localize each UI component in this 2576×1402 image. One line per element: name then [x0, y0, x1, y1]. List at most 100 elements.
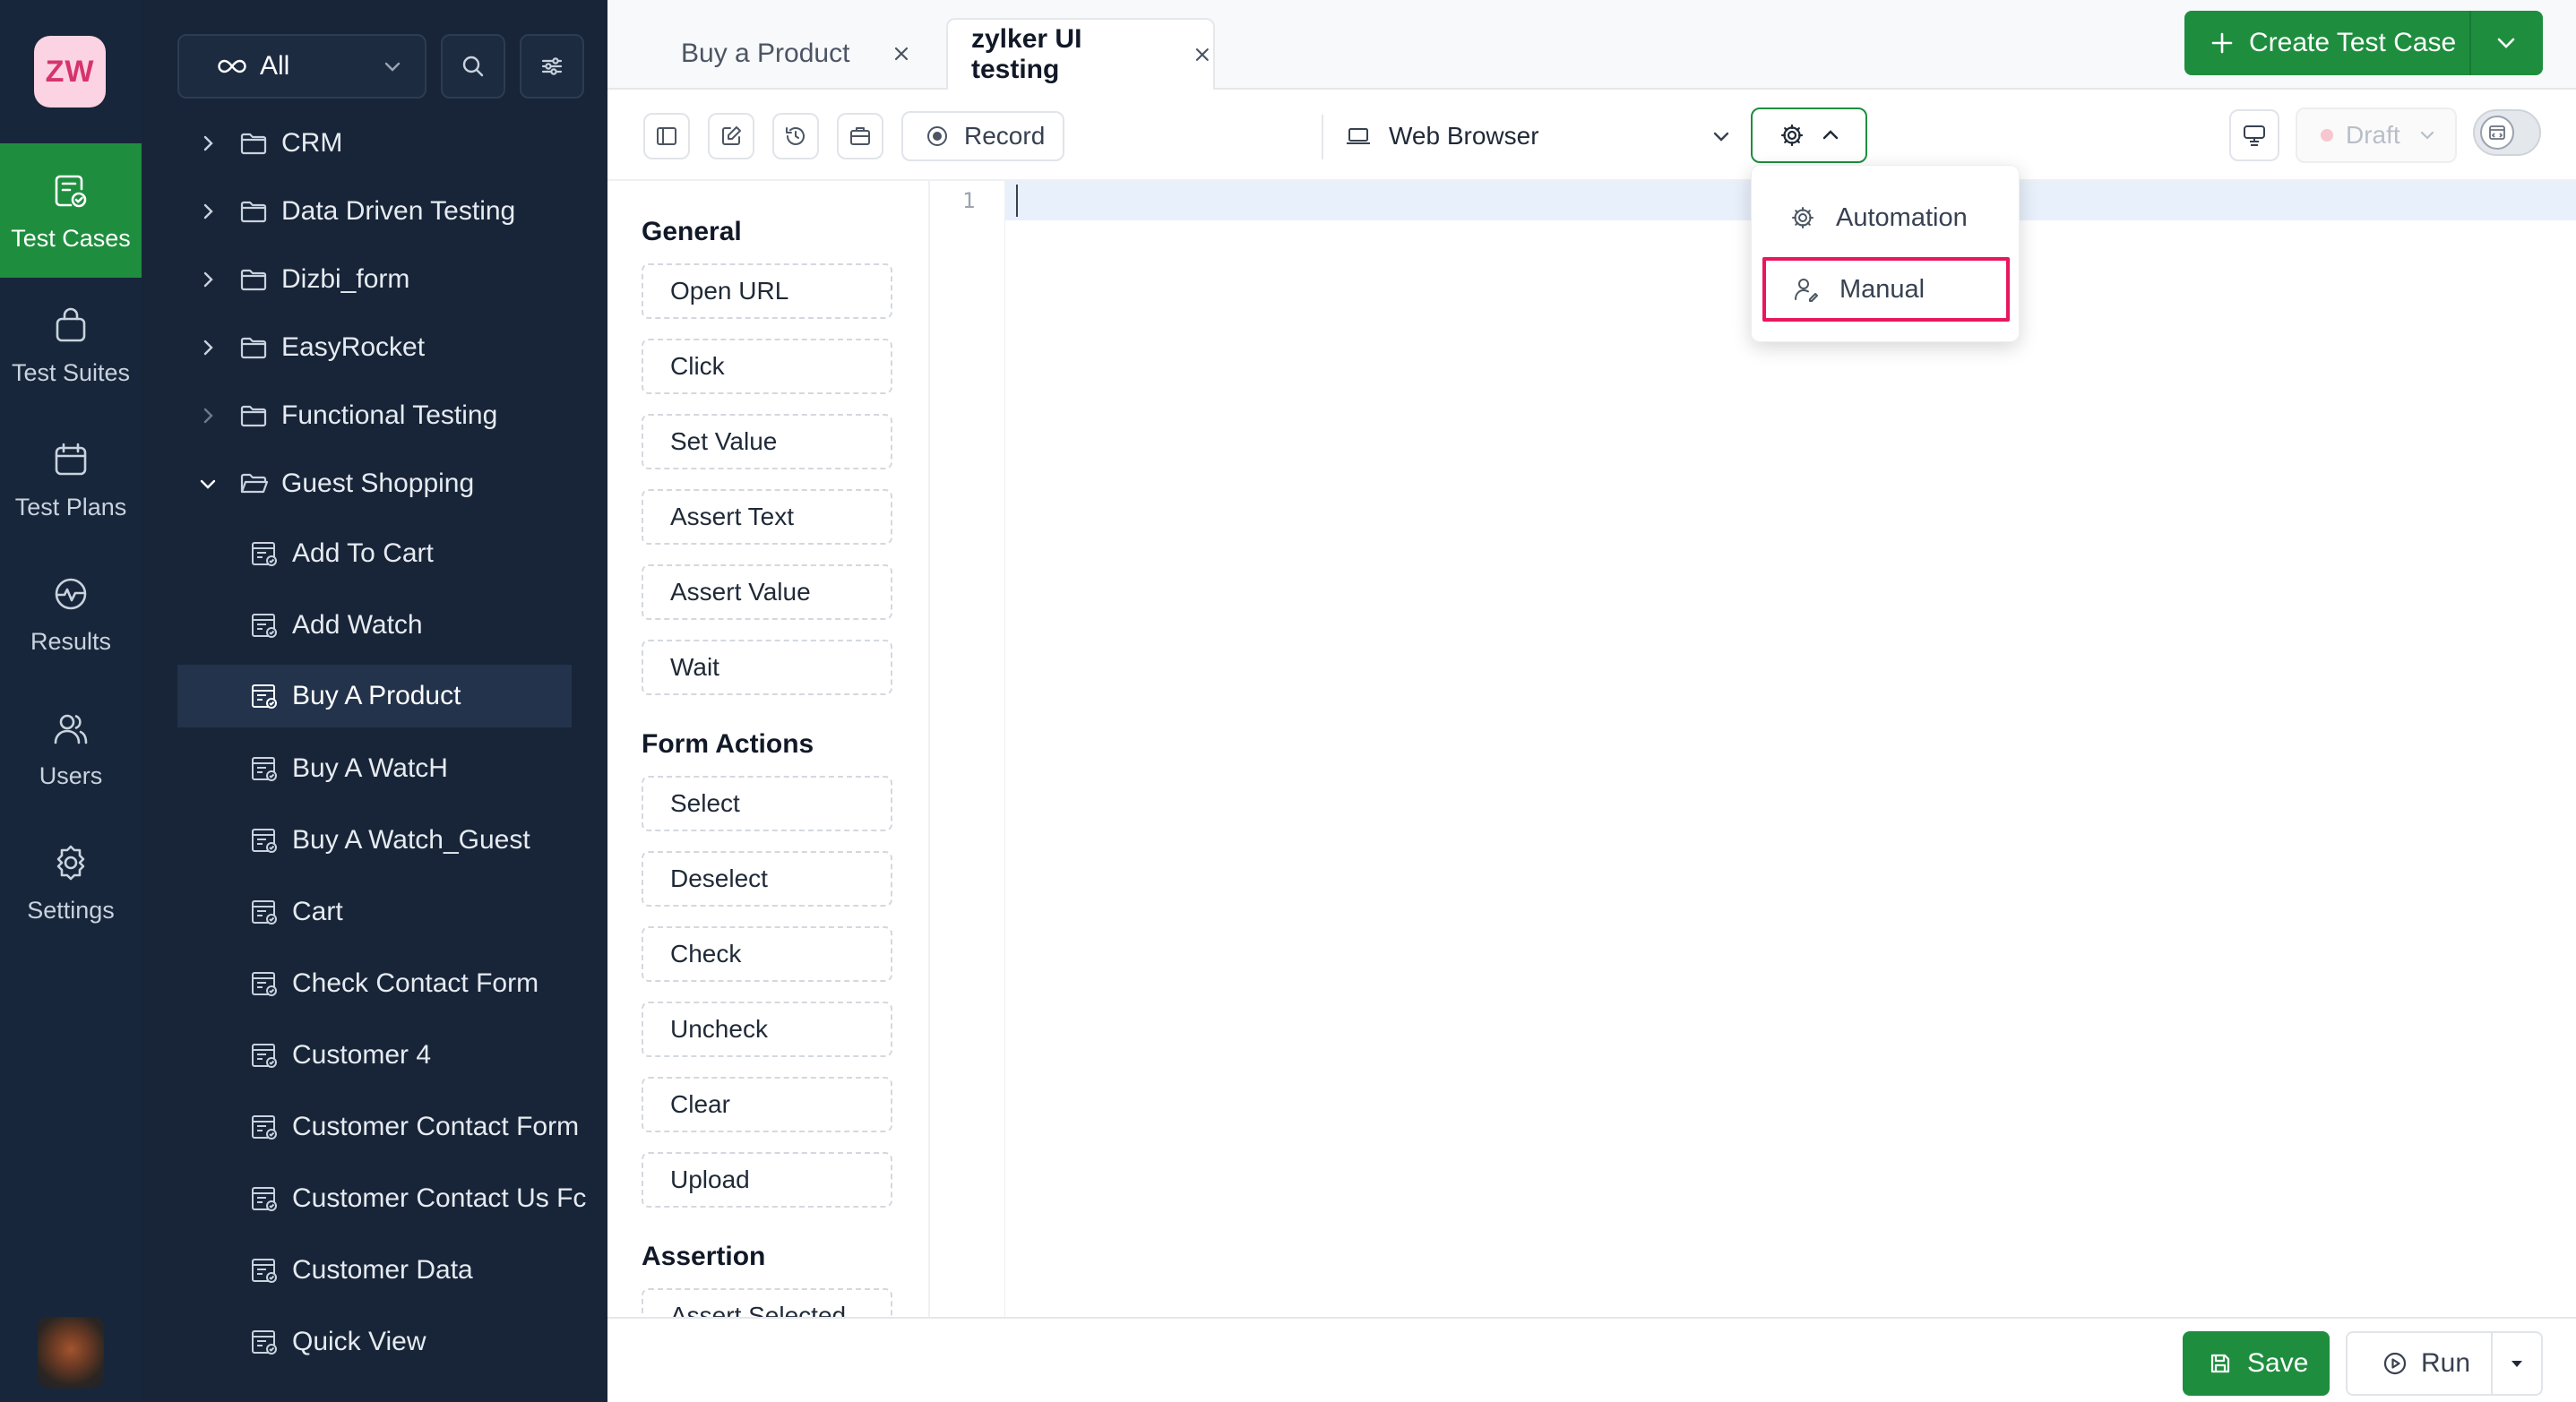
palette-item[interactable]: Check	[642, 926, 892, 982]
tree-filter-settings-button[interactable]	[520, 34, 584, 99]
tree-test-case[interactable]: Customer Data	[142, 1241, 607, 1300]
tab-label: zylker UI testing	[971, 24, 1082, 84]
platform-select[interactable]: Web Browser	[1344, 111, 1733, 161]
search-button[interactable]	[441, 34, 505, 99]
tree-test-case[interactable]: Customer 4	[142, 1026, 607, 1085]
palette-item[interactable]: Deselect	[642, 851, 892, 907]
chevron-down-icon[interactable]	[2493, 30, 2520, 56]
rail-item-test-suites[interactable]: Test Suites	[0, 278, 142, 412]
menu-item-automation[interactable]: Automation	[1762, 185, 2010, 250]
rail-item-results[interactable]: Results	[0, 546, 142, 681]
palette-section-title: Form Actions	[642, 729, 814, 759]
tree-test-case-label: Buy A Watch_Guest	[292, 825, 530, 855]
menu-item-manual[interactable]: Manual	[1762, 257, 2010, 322]
manual-user-icon	[1795, 279, 1818, 302]
create-test-case-label: Create Test Case	[2249, 28, 2457, 57]
folder-icon	[240, 337, 267, 359]
rail-item-label: Settings	[27, 896, 115, 924]
test-case-icon	[252, 614, 277, 638]
tree-folder[interactable]: EasyRocket	[142, 318, 607, 377]
editor-toolbar: Record Web Browser Draft	[607, 90, 2576, 181]
tree-test-case[interactable]: Add Watch	[142, 596, 607, 655]
close-icon[interactable]	[1192, 44, 1213, 65]
rail-item-test-cases[interactable]: Test Cases	[0, 143, 142, 278]
history-button[interactable]	[772, 113, 819, 159]
folder-open-icon	[240, 473, 269, 494]
palette-item[interactable]: Assert Text	[642, 489, 892, 545]
tree-test-case[interactable]: Quick View	[142, 1312, 607, 1372]
palette-item[interactable]: Open URL	[642, 263, 892, 319]
palette-item[interactable]: Select	[642, 776, 892, 831]
status-label: Draft	[2346, 121, 2400, 149]
palette-item[interactable]: Set Value	[642, 414, 892, 469]
save-button[interactable]: Save	[2183, 1331, 2330, 1396]
palette-item[interactable]: Wait	[642, 640, 892, 695]
tree-folder[interactable]: Functional Testing	[142, 386, 607, 445]
status-select[interactable]: Draft	[2296, 108, 2457, 163]
filter-dropdown[interactable]: All	[177, 34, 426, 99]
tree-test-case-selected[interactable]: Buy A Product	[177, 665, 572, 727]
tree-test-case[interactable]: Add To Cart	[142, 524, 607, 583]
test-case-icon	[252, 542, 277, 566]
line-gutter: 1	[930, 181, 1005, 1319]
toggle-palette-button[interactable]	[643, 113, 690, 159]
edit-button[interactable]	[708, 113, 754, 159]
settings-icon	[56, 845, 85, 880]
panel-icon	[657, 127, 676, 145]
chevron-down-icon	[2420, 131, 2434, 140]
test-case-icon	[252, 757, 277, 781]
chevron-right-icon	[203, 340, 213, 356]
chevron-down-icon	[200, 479, 216, 489]
caret-down-icon[interactable]	[2507, 1354, 2527, 1373]
script-editor[interactable]: 1	[930, 181, 2576, 1319]
test-case-icon	[252, 972, 277, 996]
play-icon	[2383, 1352, 2407, 1375]
workspace-logo[interactable]: ZW	[34, 36, 106, 108]
palette-item[interactable]: Upload	[642, 1152, 892, 1208]
tree-folder-label: EasyRocket	[281, 332, 426, 362]
tree-test-case[interactable]: Buy A Watch_Guest	[142, 811, 607, 870]
tree-test-case[interactable]: Customer Contact Us Fc	[142, 1169, 607, 1228]
test-mode-toggle-button[interactable]	[1751, 108, 1867, 163]
plus-icon	[2211, 32, 2233, 54]
tree-test-case[interactable]: Cart	[142, 882, 607, 942]
close-icon[interactable]	[891, 43, 912, 65]
button-divider	[2491, 1333, 2493, 1394]
menu-item-label: Manual	[1839, 274, 1926, 304]
test-case-icon	[252, 1259, 277, 1283]
tab-buy-a-product[interactable]: Buy a Product	[642, 18, 964, 90]
test-case-icon	[252, 1330, 277, 1355]
review-button[interactable]	[2229, 109, 2279, 161]
rail-item-settings[interactable]: Settings	[0, 815, 142, 950]
editor-workspace: Buy a Product zylker UI testing Create T…	[607, 0, 2576, 1402]
test-case-tree-panel: All CRM Data Driven Testing Dizbi_form E…	[142, 0, 763, 1402]
rail-item-users[interactable]: Users	[0, 681, 142, 815]
tree-test-case[interactable]: Buy A WatcH	[142, 739, 607, 798]
run-button[interactable]: Run	[2346, 1331, 2543, 1396]
user-avatar[interactable]	[38, 1317, 104, 1389]
test-case-icon	[252, 1187, 277, 1211]
folder-icon	[240, 133, 267, 155]
toolbar-divider	[1322, 115, 1323, 159]
palette-item[interactable]: Uncheck	[642, 1002, 892, 1057]
tree-folder[interactable]: Data Driven Testing	[142, 182, 607, 241]
palette-item[interactable]: Click	[642, 339, 892, 394]
palette-item[interactable]: Assert Selected	[642, 1288, 892, 1319]
record-button[interactable]: Record	[901, 111, 1064, 161]
view-toggle-switch[interactable]	[2473, 109, 2541, 156]
tree-folder[interactable]: Dizbi_form	[142, 250, 607, 309]
tree-folder[interactable]: CRM	[142, 114, 607, 173]
palette-item[interactable]: Assert Value	[642, 564, 892, 620]
tree-folder-label: CRM	[281, 128, 343, 158]
briefcase-icon	[850, 127, 870, 145]
create-test-case-button[interactable]: Create Test Case	[2184, 11, 2543, 75]
tree-test-case[interactable]: Check Contact Form	[142, 954, 607, 1013]
rail-item-test-plans[interactable]: Test Plans	[0, 412, 142, 546]
tree-folder-expanded[interactable]: Guest Shopping	[142, 454, 607, 513]
test-data-button[interactable]	[837, 113, 883, 159]
tab-zylker-ui-testing[interactable]: zylker UI testing	[946, 18, 1215, 90]
app-rail: ZW Test Cases Test Suites Test Plans Res…	[0, 0, 142, 1402]
tree-test-case[interactable]: Customer Contact Form	[142, 1097, 607, 1157]
palette-item[interactable]: Clear	[642, 1077, 892, 1132]
test-plans-icon	[55, 443, 87, 475]
